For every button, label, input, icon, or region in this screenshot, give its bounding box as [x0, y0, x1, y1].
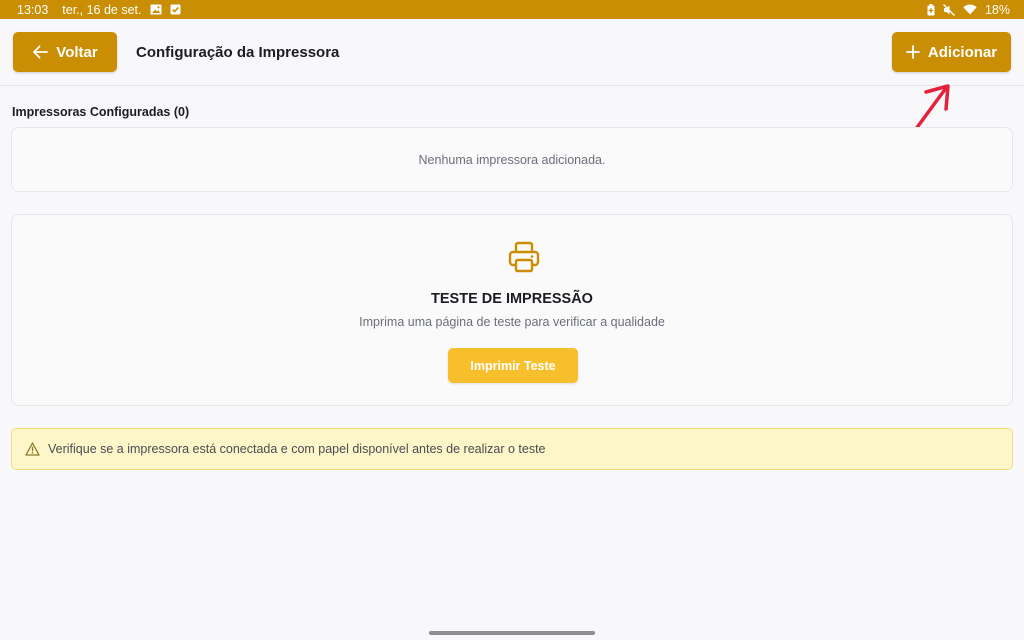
- status-date: ter., 16 de set.: [62, 2, 142, 17]
- status-left: 13:03 ter., 16 de set.: [17, 3, 181, 17]
- status-time: 13:03: [17, 2, 49, 17]
- battery-level: 18%: [984, 2, 1010, 17]
- add-button-label: Adicionar: [927, 43, 998, 61]
- status-right: 18%: [927, 3, 1010, 17]
- mute-icon: [943, 3, 955, 16]
- status-bar: 13:03 ter., 16 de set. 18%: [0, 0, 1024, 19]
- print-test-button[interactable]: Imprimir Teste: [448, 348, 578, 383]
- print-test-card: TESTE DE IMPRESSÃO Imprima uma página de…: [11, 214, 1013, 406]
- warning-icon: [25, 442, 40, 456]
- home-indicator[interactable]: [429, 631, 595, 635]
- wifi-icon: [963, 4, 977, 15]
- battery-saver-icon: [927, 3, 935, 16]
- arrow-left-icon: [32, 45, 49, 59]
- check-icon: [170, 4, 181, 15]
- print-test-subtitle: Imprima uma página de teste para verific…: [359, 315, 665, 329]
- back-button[interactable]: Voltar: [13, 32, 117, 72]
- add-printer-button[interactable]: Adicionar: [892, 32, 1011, 72]
- printer-icon: [508, 241, 540, 273]
- printers-list: Nenhuma impressora adicionada.: [11, 127, 1013, 192]
- image-icon: [150, 4, 162, 15]
- warning-banner: Verifique se a impressora está conectada…: [11, 428, 1013, 470]
- app-header: Voltar Configuração da Impressora Adicio…: [0, 19, 1024, 86]
- back-button-label: Voltar: [56, 43, 98, 61]
- plus-icon: [906, 45, 920, 59]
- page-title: Configuração da Impressora: [136, 44, 340, 61]
- warning-text: Verifique se a impressora está conectada…: [48, 442, 546, 456]
- printers-section-label: Impressoras Configuradas (0): [12, 105, 190, 119]
- empty-state-text: Nenhuma impressora adicionada.: [418, 152, 606, 167]
- print-test-title: TESTE DE IMPRESSÃO: [431, 291, 593, 307]
